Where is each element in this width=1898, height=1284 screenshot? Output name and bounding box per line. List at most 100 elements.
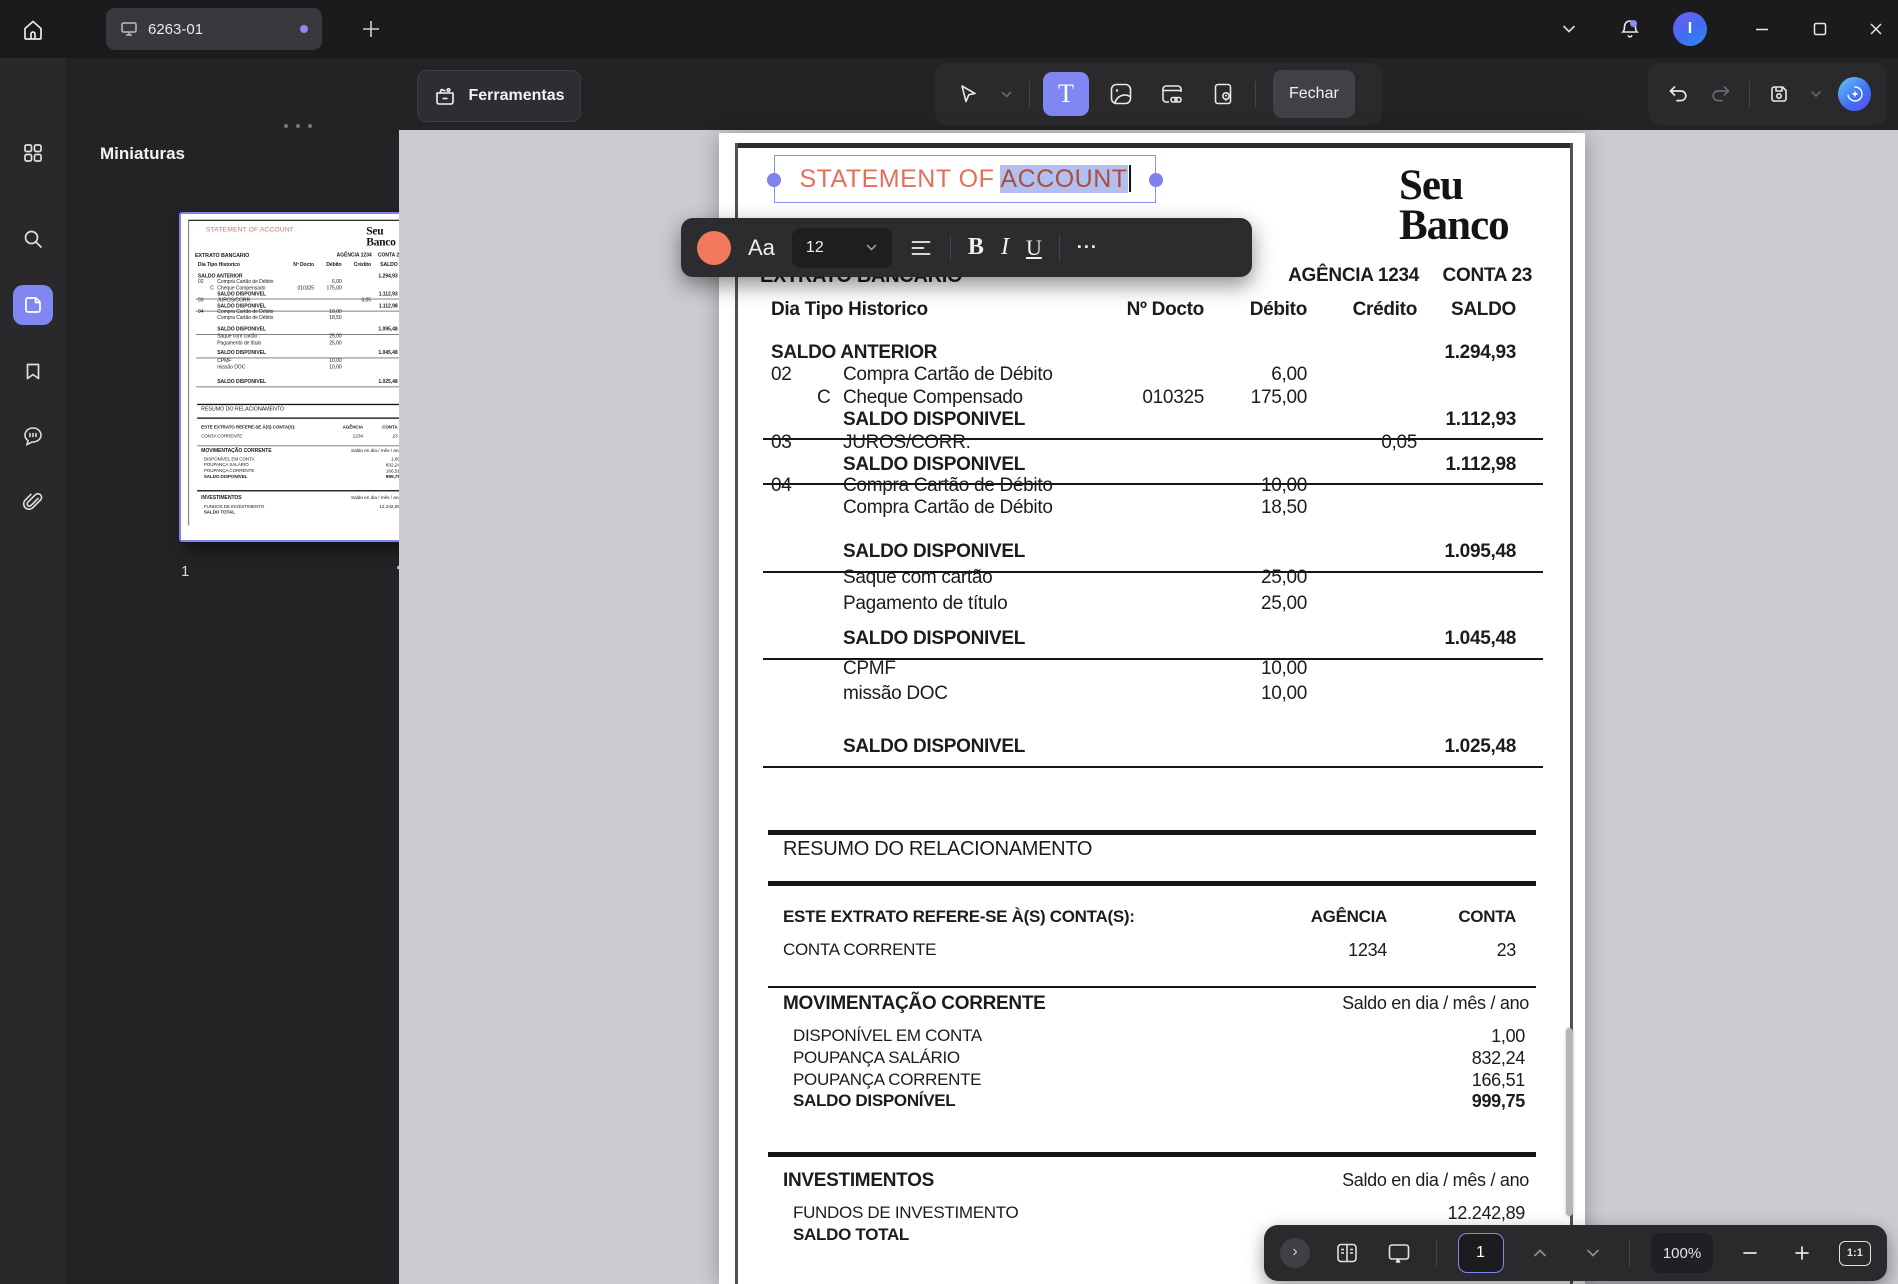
statement-text: AGÊNCIA 1234 — [1288, 265, 1419, 286]
minimize-button[interactable] — [1744, 11, 1780, 47]
italic-button[interactable]: I — [1001, 234, 1009, 261]
font-size-select[interactable]: 12 — [791, 227, 892, 268]
page-thumbnail[interactable]: STATEMENT OF ACCOUNT Seu Banco EXTRATO B… — [179, 212, 421, 542]
edit-text-tool-button[interactable]: T — [1043, 72, 1089, 116]
statement-text: INVESTIMENTOS — [783, 1170, 934, 1191]
fechar-button[interactable]: Fechar — [1273, 70, 1355, 118]
select-tool-button[interactable] — [953, 75, 983, 113]
close-button[interactable] — [1858, 11, 1894, 47]
actual-size-button[interactable]: 1:1 — [1838, 1240, 1871, 1266]
text-tool-icon: T — [1058, 79, 1074, 108]
save-dropdown[interactable] — [1807, 75, 1824, 113]
previous-page-button[interactable] — [1524, 1237, 1556, 1269]
maximize-icon — [1812, 21, 1828, 37]
statement-text: 03 — [771, 432, 792, 453]
statement-text: 1.112,93 — [1445, 409, 1516, 430]
statement-text: 1.294,93 — [1444, 342, 1516, 363]
page-layout-button[interactable] — [1331, 1237, 1363, 1269]
zoom-level-display[interactable]: 100% — [1651, 1233, 1713, 1273]
statement-rule — [763, 766, 1543, 768]
statement-text: C — [817, 387, 831, 408]
new-tab-button[interactable] — [356, 14, 386, 44]
toolbar-divider — [1435, 1240, 1437, 1266]
page-number-value: 1 — [1476, 1244, 1485, 1261]
statement-text: MOVIMENTAÇÃO CORRENTE — [783, 993, 1046, 1014]
align-button[interactable] — [909, 236, 933, 260]
home-button[interactable] — [14, 11, 52, 49]
avatar[interactable]: I — [1673, 12, 1707, 46]
notifications-button[interactable] — [1612, 11, 1648, 47]
app-window: 6263-01 I Miniaturas STATEMENT OF ACCOUN… — [0, 0, 1898, 1284]
page-navigation-bar: › 1 100% 1:1 — [1264, 1225, 1887, 1281]
toolbar-divider — [1749, 81, 1751, 107]
panel-drag-handle[interactable] — [284, 124, 312, 128]
statement-text: SALDO DISPONIVEL — [843, 409, 1026, 430]
font-family-button[interactable]: Aa — [748, 235, 775, 261]
edit-link-tool-button[interactable] — [1153, 75, 1191, 113]
document-tab[interactable]: 6263-01 — [106, 8, 322, 50]
statement-text: Crédito — [1352, 299, 1418, 320]
font-color-swatch[interactable] — [697, 230, 731, 265]
underline-button[interactable]: U — [1026, 235, 1042, 261]
statement-text: 18,50 — [1260, 497, 1307, 518]
undo-icon — [1666, 82, 1690, 106]
maximize-button[interactable] — [1802, 11, 1838, 47]
edit-image-tool-button[interactable] — [1102, 75, 1140, 113]
statement-text: 12.242,89 — [1447, 1203, 1526, 1223]
statement-text: 25,00 — [1260, 593, 1307, 614]
statement-text: 1,00 — [1491, 1026, 1525, 1046]
comments-button[interactable] — [13, 416, 53, 456]
ferramentas-button[interactable]: Ferramentas — [417, 70, 581, 122]
edit-location-tool-button[interactable] — [1204, 75, 1242, 113]
statement-text: 999,75 — [1471, 1091, 1526, 1111]
chevron-down-icon — [1000, 88, 1013, 101]
attachments-button[interactable] — [13, 483, 53, 523]
statement-text: Saldo en dia / mês / ano — [1342, 993, 1529, 1013]
statement-text: missão DOC — [843, 683, 948, 704]
page-scrollbar[interactable] — [1566, 1028, 1573, 1216]
statement-text: 10,00 — [1260, 475, 1307, 496]
statement-text: 10,00 — [1260, 658, 1307, 679]
redo-button[interactable] — [1707, 75, 1736, 113]
undo-button[interactable] — [1664, 75, 1693, 113]
statement-text: 1.095,48 — [1444, 541, 1516, 562]
search-button[interactable] — [13, 219, 53, 259]
fechar-label: Fechar — [1289, 85, 1339, 102]
ai-assistant-button[interactable] — [1838, 77, 1871, 111]
next-page-button[interactable] — [1577, 1237, 1609, 1269]
font-size-value: 12 — [805, 238, 824, 256]
text-format-toolbar: Aa 12 B I U ··· — [681, 218, 1252, 277]
ferramentas-label: Ferramentas — [468, 87, 565, 104]
statement-text: SALDO DISPONIVEL — [843, 541, 1026, 562]
ai-icon — [1845, 84, 1865, 104]
bookmarks-button[interactable] — [13, 351, 53, 391]
collapse-bar-button[interactable]: › — [1280, 1238, 1310, 1268]
zoom-in-button[interactable] — [1786, 1237, 1818, 1269]
save-icon — [1767, 82, 1791, 106]
statement-body: EXTRATO BANCARIOAGÊNCIA 1234CONTA 23Dia … — [719, 133, 1585, 1284]
save-button[interactable] — [1764, 75, 1793, 113]
document-page[interactable]: STATEMENT OF ACCOUNT Seu Banco EXTRATO B… — [719, 133, 1585, 1284]
home-icon — [21, 18, 45, 42]
statement-text: DISPONÍVEL EM CONTA — [793, 1026, 982, 1045]
statement-text: Pagamento de título — [843, 593, 1008, 614]
grid-icon — [21, 141, 45, 165]
statement-text: 1.045,48 — [1444, 628, 1516, 649]
minus-icon — [1741, 1244, 1759, 1262]
page-number-input[interactable]: 1 — [1457, 1233, 1504, 1273]
select-tool-dropdown[interactable] — [996, 75, 1016, 113]
statement-text: SALDO DISPONIVEL — [843, 454, 1026, 475]
apps-grid-button[interactable] — [13, 133, 53, 173]
bold-button[interactable]: B — [968, 234, 984, 261]
presentation-mode-button[interactable] — [1383, 1237, 1415, 1269]
page-thumbnail-preview: STATEMENT OF ACCOUNT Seu Banco EXTRATO B… — [184, 217, 416, 537]
chevron-down-icon — [1810, 88, 1822, 100]
more-options-button[interactable]: ··· — [1077, 237, 1098, 258]
pages-panel-button[interactable] — [13, 285, 53, 325]
statement-text: 1.025,48 — [1444, 736, 1516, 757]
zoom-out-button[interactable] — [1734, 1237, 1766, 1269]
two-page-icon — [1334, 1240, 1360, 1266]
statement-text: CONTA — [1458, 907, 1516, 926]
titlebar: 6263-01 I — [0, 0, 1898, 58]
tab-list-button[interactable] — [1551, 11, 1587, 47]
